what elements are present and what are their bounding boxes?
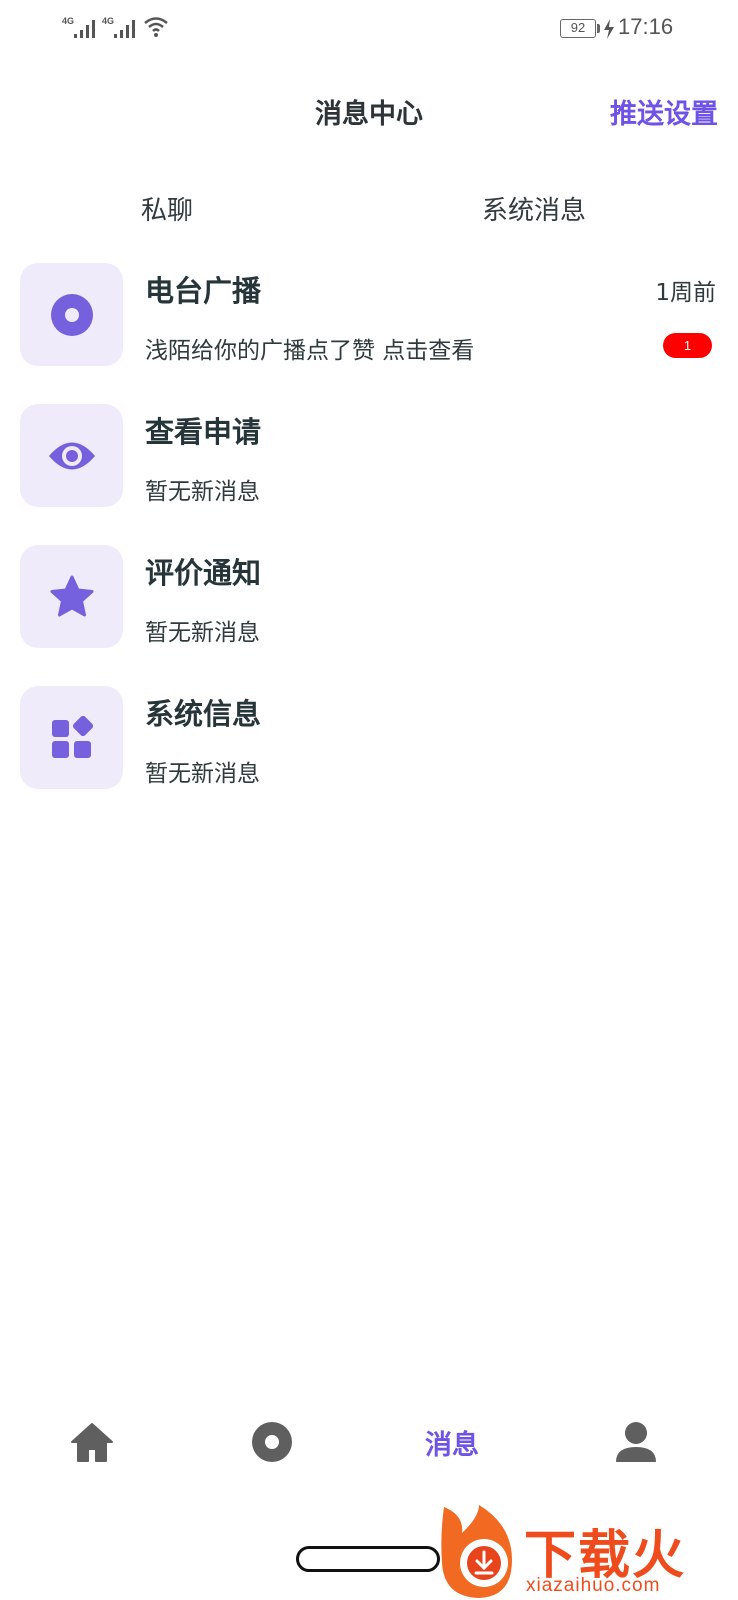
list-item-radio-broadcast[interactable]: 电台广播 浅陌给你的广播点了赞 点击查看 1周前 1 — [0, 263, 738, 373]
bottom-nav: 消息 — [0, 1420, 738, 1505]
unread-badge: 1 — [663, 333, 712, 358]
list-item-system-info[interactable]: 系统信息 暂无新消息 — [0, 686, 738, 796]
list-item-title: 查看申请 — [145, 415, 262, 449]
radio-icon — [252, 1422, 292, 1462]
nav-home[interactable] — [50, 1420, 134, 1464]
list-item-title: 系统信息 — [145, 697, 262, 731]
charging-icon — [604, 19, 614, 39]
eye-icon — [20, 404, 123, 507]
apps-grid-icon — [20, 686, 123, 789]
watermark-url: xiazaihuo.com — [526, 1575, 661, 1596]
push-settings-button[interactable]: 推送设置 — [610, 92, 718, 131]
battery-level: 92 — [560, 19, 596, 38]
download-logo-icon — [441, 1505, 512, 1598]
nav-messages-label: 消息 — [425, 1429, 479, 1461]
list-item-subtitle: 暂无新消息 — [145, 620, 260, 646]
list-item-view-requests[interactable]: 查看申请 暂无新消息 — [0, 404, 738, 514]
list-item-time: 1周前 — [655, 280, 716, 306]
home-indicator[interactable] — [296, 1546, 440, 1572]
radio-disc-icon — [20, 263, 123, 366]
battery-cap — [597, 24, 600, 33]
status-bar: 4G 4G 92 17:16 — [0, 0, 738, 58]
list-item-subtitle: 暂无新消息 — [145, 479, 260, 505]
list-item-title: 电台广播 — [145, 274, 262, 308]
tab-system-messages[interactable]: 系统消息 — [482, 190, 586, 227]
nav-radio[interactable] — [230, 1420, 314, 1464]
list-item-review-notice[interactable]: 评价通知 暂无新消息 — [0, 545, 738, 655]
tab-private-chat[interactable]: 私聊 — [141, 190, 193, 227]
list-item-subtitle: 浅陌给你的广播点了赞 点击查看 — [145, 338, 475, 364]
list-item-subtitle: 暂无新消息 — [145, 761, 260, 787]
list-item-title: 评价通知 — [145, 556, 262, 590]
nav-profile[interactable] — [594, 1420, 678, 1464]
home-icon — [71, 1423, 113, 1462]
wifi-icon — [144, 17, 168, 37]
nav-messages[interactable]: 消息 — [410, 1420, 494, 1464]
star-icon — [20, 545, 123, 648]
watermark: 下载火 xiazaihuo.com — [434, 1505, 738, 1600]
profile-icon — [616, 1422, 656, 1462]
clock: 17:16 — [618, 14, 674, 39]
